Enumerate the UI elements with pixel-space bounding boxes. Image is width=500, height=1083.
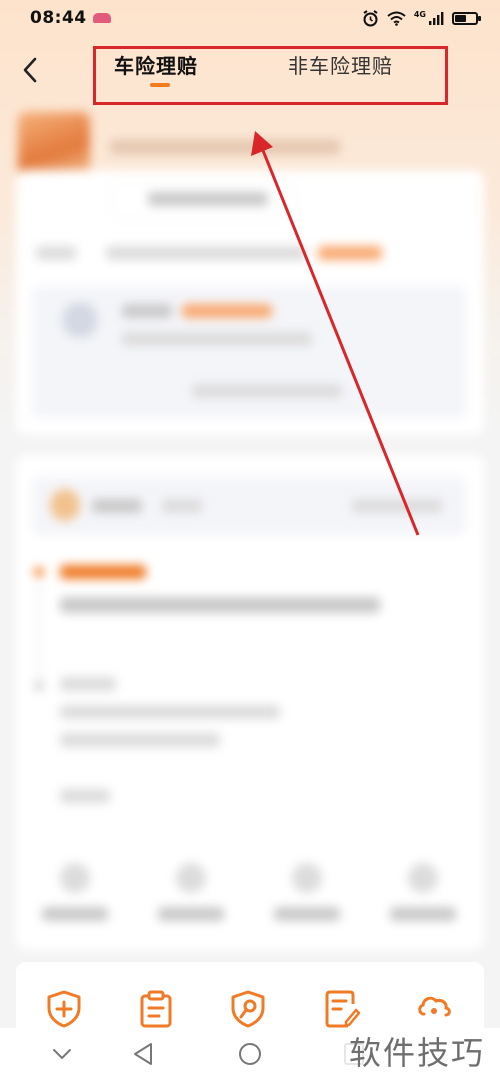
timeline-step2-time [60, 733, 220, 747]
timeline-dot [34, 681, 44, 691]
action-label-1 [42, 907, 108, 921]
add-shield-icon[interactable] [46, 990, 82, 1028]
shield-wrench-icon[interactable] [230, 990, 266, 1028]
action-icon-4[interactable] [408, 863, 438, 893]
app-screen: 08:44 4G 车险理赔 非车险理赔 软件技巧 [0, 0, 500, 1083]
action-label-4 [390, 907, 456, 921]
cloud-icon[interactable] [416, 990, 452, 1028]
nav-back-icon[interactable] [132, 1042, 154, 1066]
clipboard-icon[interactable] [138, 990, 174, 1028]
action-label-3 [274, 907, 340, 921]
annotation-arrow [251, 131, 420, 536]
watermark: 软件技巧 [342, 1028, 492, 1074]
expand-more[interactable] [60, 789, 110, 803]
action-icon-2[interactable] [176, 863, 206, 893]
action-label-2 [158, 907, 224, 921]
timeline-step2-text [60, 705, 280, 719]
nav-home-icon[interactable] [238, 1042, 262, 1066]
nav-collapse-icon[interactable] [52, 1048, 72, 1060]
action-icon-1[interactable] [60, 863, 90, 893]
action-icon-3[interactable] [292, 863, 322, 893]
timeline-step2-title [60, 677, 116, 691]
edit-document-icon[interactable] [324, 990, 360, 1028]
